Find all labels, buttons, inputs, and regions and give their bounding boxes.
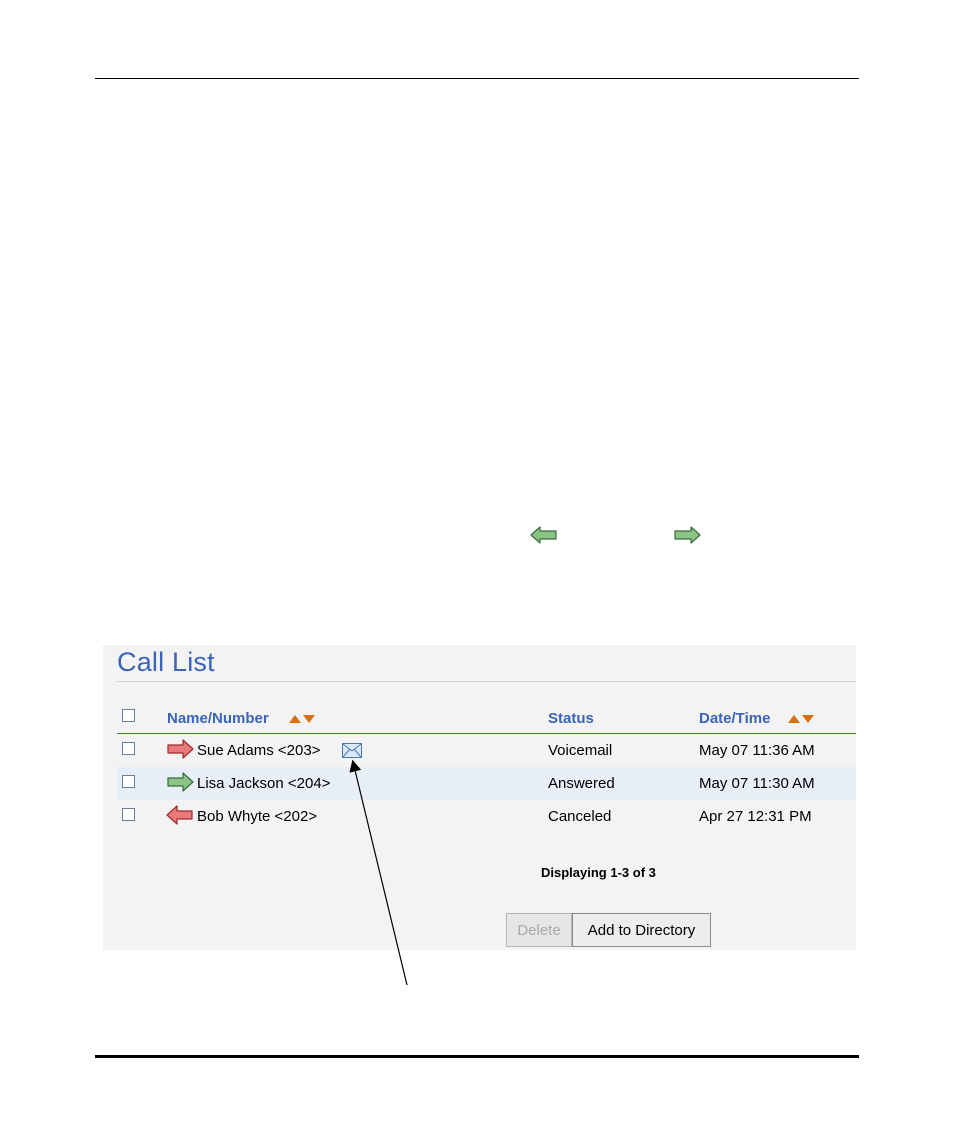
delete-button[interactable]: Delete bbox=[506, 913, 572, 947]
outgoing-call-icon bbox=[167, 739, 194, 759]
caller-name[interactable]: Lisa Jackson <204> bbox=[197, 775, 330, 792]
call-status: Answered bbox=[548, 775, 615, 792]
call-list-title: Call List bbox=[117, 647, 215, 677]
select-all-checkbox[interactable] bbox=[122, 709, 135, 722]
row-checkbox[interactable] bbox=[122, 775, 135, 788]
incoming-call-icon bbox=[166, 805, 193, 825]
title-divider bbox=[117, 681, 856, 682]
caller-name[interactable]: Bob Whyte <202> bbox=[197, 808, 317, 825]
column-header-status[interactable]: Status bbox=[548, 710, 594, 727]
call-datetime: May 07 11:30 AM bbox=[699, 775, 815, 792]
table-header: Name/Number Status Date/Time bbox=[117, 705, 856, 734]
sort-arrows-icon[interactable] bbox=[787, 714, 815, 724]
table-row[interactable]: Sue Adams <203> Voicemail May 07 11:36 A… bbox=[117, 734, 856, 767]
row-checkbox[interactable] bbox=[122, 808, 135, 821]
row-checkbox[interactable] bbox=[122, 742, 135, 755]
call-list-table: Name/Number Status Date/Time Sue Adams <… bbox=[103, 705, 856, 833]
caller-name[interactable]: Sue Adams <203> bbox=[197, 742, 320, 759]
pagination-status: Displaying 1-3 of 3 bbox=[541, 865, 656, 880]
table-row[interactable]: Lisa Jackson <204> Answered May 07 11:30… bbox=[117, 767, 856, 800]
call-datetime: Apr 27 12:31 PM bbox=[699, 808, 812, 825]
callout-pointer-line bbox=[349, 759, 408, 986]
incoming-call-arrow-icon bbox=[530, 526, 558, 544]
column-header-name[interactable]: Name/Number bbox=[167, 710, 269, 727]
column-header-datetime[interactable]: Date/Time bbox=[699, 710, 770, 727]
page-footer-rule bbox=[95, 1055, 859, 1058]
call-datetime: May 07 11:36 AM bbox=[699, 742, 815, 759]
add-to-directory-button[interactable]: Add to Directory bbox=[572, 913, 711, 947]
outgoing-call-arrow-icon bbox=[673, 526, 701, 544]
voicemail-envelope-icon[interactable] bbox=[342, 743, 362, 758]
call-status: Canceled bbox=[548, 808, 612, 825]
call-status: Voicemail bbox=[548, 742, 613, 759]
call-list-panel: Call List Name/Number Status Date/Time S… bbox=[103, 645, 856, 950]
page-header-rule bbox=[95, 78, 859, 79]
sort-arrows-icon[interactable] bbox=[288, 714, 316, 724]
outgoing-call-icon bbox=[167, 772, 194, 792]
table-row[interactable]: Bob Whyte <202> Canceled Apr 27 12:31 PM bbox=[117, 800, 856, 833]
